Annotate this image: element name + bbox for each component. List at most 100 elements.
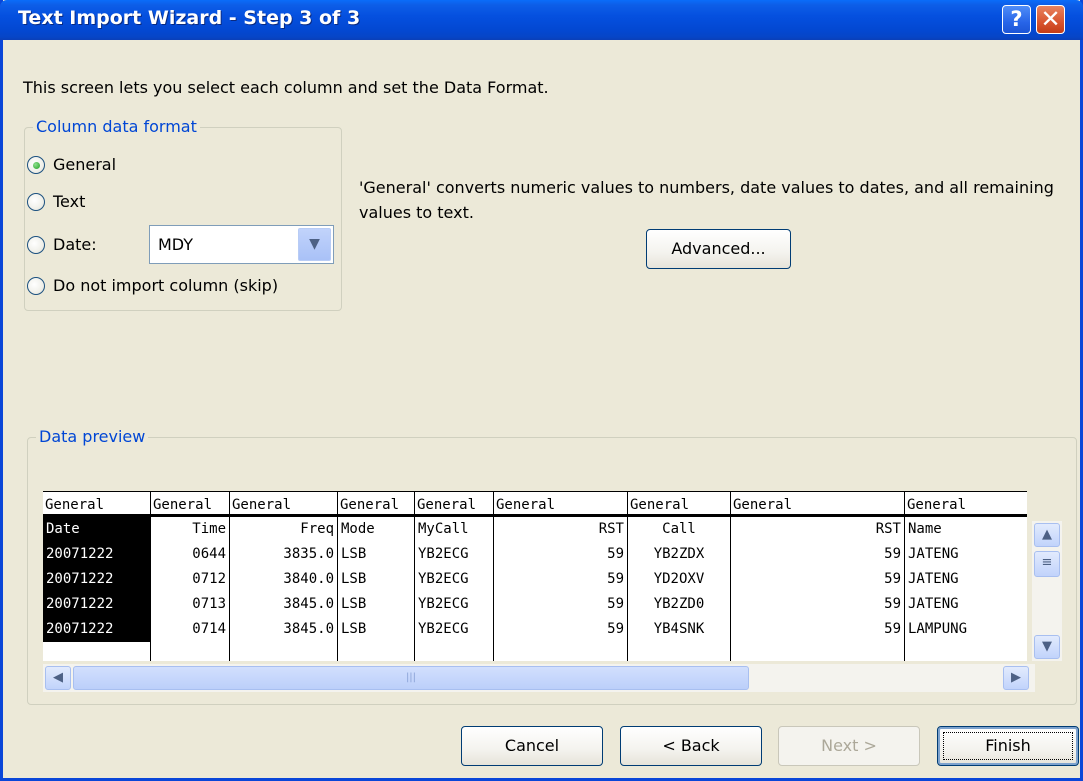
data-cell: 0712 bbox=[192, 571, 226, 587]
data-cell: YB2ZDX bbox=[653, 546, 705, 562]
scroll-down-icon[interactable]: ▼ bbox=[1034, 635, 1060, 659]
horizontal-scrollbar[interactable]: ◀ ||| ▶ bbox=[43, 664, 1035, 692]
next-button-label: Next > bbox=[821, 736, 877, 755]
preview-column-freq[interactable]: General Freq 3835.0 3840.0 3845.0 3845.0 bbox=[230, 491, 338, 661]
column-header-cell: RST bbox=[598, 521, 624, 537]
column-header-cell: Call bbox=[662, 521, 696, 537]
data-cell: 0713 bbox=[192, 596, 226, 612]
radio-skip-label: Do not import column (skip) bbox=[53, 276, 279, 295]
data-cell: YB4SNK bbox=[653, 621, 705, 637]
data-cell: 0714 bbox=[192, 621, 226, 637]
date-order-select[interactable]: MDY ▼ bbox=[149, 225, 334, 264]
format-explanation: 'General' converts numeric values to num… bbox=[359, 178, 1054, 222]
data-cell: YB2ECG bbox=[418, 546, 469, 562]
scroll-up-icon[interactable]: ▲ bbox=[1034, 523, 1060, 547]
data-cell: 59 bbox=[884, 596, 901, 612]
finish-button[interactable]: Finish bbox=[937, 726, 1079, 766]
column-format-header[interactable]: General bbox=[43, 491, 150, 517]
data-cell: 59 bbox=[607, 546, 624, 562]
data-cell: LSB bbox=[341, 596, 367, 612]
data-cell: YB2ZD0 bbox=[653, 596, 705, 612]
column-header-cell: MyCall bbox=[418, 521, 469, 537]
close-button[interactable]: ✕ bbox=[1036, 5, 1065, 34]
radio-text-label: Text bbox=[53, 192, 86, 211]
next-button[interactable]: Next > bbox=[778, 726, 920, 766]
column-header-cell: Freq bbox=[300, 521, 334, 537]
column-data-format-label: Column data format bbox=[33, 117, 200, 136]
column-header-cell: RST bbox=[875, 521, 901, 537]
scroll-left-icon[interactable]: ◀ bbox=[45, 666, 71, 690]
cancel-button[interactable]: Cancel bbox=[461, 726, 603, 766]
help-icon: ? bbox=[1010, 7, 1023, 31]
column-format-header[interactable]: General bbox=[338, 491, 414, 517]
preview-column-name[interactable]: General Name JATENG JATENG JATENG LAMPUN… bbox=[905, 491, 1027, 661]
column-header-cell: Date bbox=[43, 517, 150, 542]
data-cell: JATENG bbox=[908, 596, 959, 612]
preview-column-date[interactable]: General Date 20071222 20071222 20071222 … bbox=[43, 491, 151, 661]
column-format-header[interactable]: General bbox=[151, 491, 229, 517]
column-format-header[interactable]: General bbox=[905, 491, 1027, 517]
radio-date-label: Date: bbox=[53, 235, 97, 254]
step-description: This screen lets you select each column … bbox=[23, 78, 549, 97]
data-cell: LSB bbox=[341, 621, 367, 637]
title-bar[interactable]: Text Import Wizard - Step 3 of 3 ? ✕ bbox=[0, 0, 1083, 40]
data-cell: 20071222 bbox=[43, 592, 150, 617]
finish-button-label: Finish bbox=[938, 727, 1078, 765]
column-header-cell: Mode bbox=[341, 521, 375, 537]
vertical-scrollbar[interactable]: ▲ ≡ ▼ bbox=[1032, 521, 1062, 661]
data-cell: YB2ECG bbox=[418, 621, 469, 637]
advanced-button-label: Advanced... bbox=[671, 239, 766, 258]
data-cell: 59 bbox=[884, 621, 901, 637]
column-header-cell: Time bbox=[192, 521, 226, 537]
preview-column-rst-sent[interactable]: General RST 59 59 59 59 bbox=[494, 491, 628, 661]
data-cell: 59 bbox=[607, 571, 624, 587]
back-button[interactable]: < Back bbox=[620, 726, 762, 766]
column-format-header[interactable]: General bbox=[628, 491, 730, 517]
chevron-down-icon[interactable]: ▼ bbox=[298, 228, 331, 261]
data-cell: 3835.0 bbox=[283, 546, 334, 562]
data-cell: LSB bbox=[341, 571, 367, 587]
preview-column-call[interactable]: General Call YB2ZDX YD2OXV YB2ZD0 YB4SNK bbox=[628, 491, 731, 661]
data-cell: 3840.0 bbox=[283, 571, 334, 587]
data-cell: YB2ECG bbox=[418, 596, 469, 612]
data-cell: 20071222 bbox=[43, 617, 150, 642]
radio-date[interactable]: Date: bbox=[27, 235, 97, 254]
data-cell: JATENG bbox=[908, 546, 959, 562]
radio-text[interactable]: Text bbox=[27, 192, 85, 211]
column-format-header[interactable]: General bbox=[230, 491, 337, 517]
column-format-header[interactable]: General bbox=[494, 491, 627, 517]
data-cell: 59 bbox=[884, 571, 901, 587]
vertical-scroll-thumb[interactable]: ≡ bbox=[1034, 551, 1060, 577]
data-cell: 3845.0 bbox=[283, 596, 334, 612]
data-preview-grid[interactable]: General Date 20071222 20071222 20071222 … bbox=[43, 491, 1027, 661]
back-button-label: < Back bbox=[662, 736, 720, 755]
scroll-right-icon[interactable]: ▶ bbox=[1003, 666, 1029, 690]
text-import-wizard-dialog: Text Import Wizard - Step 3 of 3 ? ✕ Thi… bbox=[0, 0, 1083, 781]
column-format-header[interactable]: General bbox=[415, 491, 493, 517]
radio-date-indicator[interactable] bbox=[27, 235, 45, 254]
radio-general-indicator[interactable] bbox=[27, 155, 45, 174]
data-cell: LSB bbox=[341, 546, 367, 562]
radio-text-indicator[interactable] bbox=[27, 192, 45, 211]
data-cell: 3845.0 bbox=[283, 621, 334, 637]
data-cell: 20071222 bbox=[43, 567, 150, 592]
column-format-header[interactable]: General bbox=[731, 491, 904, 517]
preview-column-time[interactable]: General Time 0644 0712 0713 0714 bbox=[151, 491, 230, 661]
radio-skip[interactable]: Do not import column (skip) bbox=[27, 276, 278, 295]
data-cell: LAMPUNG bbox=[908, 621, 968, 637]
preview-column-rst-received[interactable]: General RST 59 59 59 59 bbox=[731, 491, 905, 661]
data-cell: 59 bbox=[607, 596, 624, 612]
radio-general[interactable]: General bbox=[27, 155, 116, 174]
window-title: Text Import Wizard - Step 3 of 3 bbox=[18, 7, 361, 29]
advanced-button[interactable]: Advanced... bbox=[646, 229, 791, 269]
horizontal-scroll-thumb[interactable]: ||| bbox=[73, 666, 749, 690]
help-button[interactable]: ? bbox=[1002, 5, 1031, 34]
preview-column-mode[interactable]: General Mode LSB LSB LSB LSB bbox=[338, 491, 415, 661]
preview-column-mycall[interactable]: General MyCall YB2ECG YB2ECG YB2ECG YB2E… bbox=[415, 491, 494, 661]
data-cell: 0644 bbox=[192, 546, 226, 562]
data-cell: 59 bbox=[607, 621, 624, 637]
radio-skip-indicator[interactable] bbox=[27, 276, 45, 295]
data-preview-label: Data preview bbox=[36, 427, 149, 446]
cancel-button-label: Cancel bbox=[504, 736, 560, 755]
data-cell: YD2OXV bbox=[653, 571, 705, 587]
